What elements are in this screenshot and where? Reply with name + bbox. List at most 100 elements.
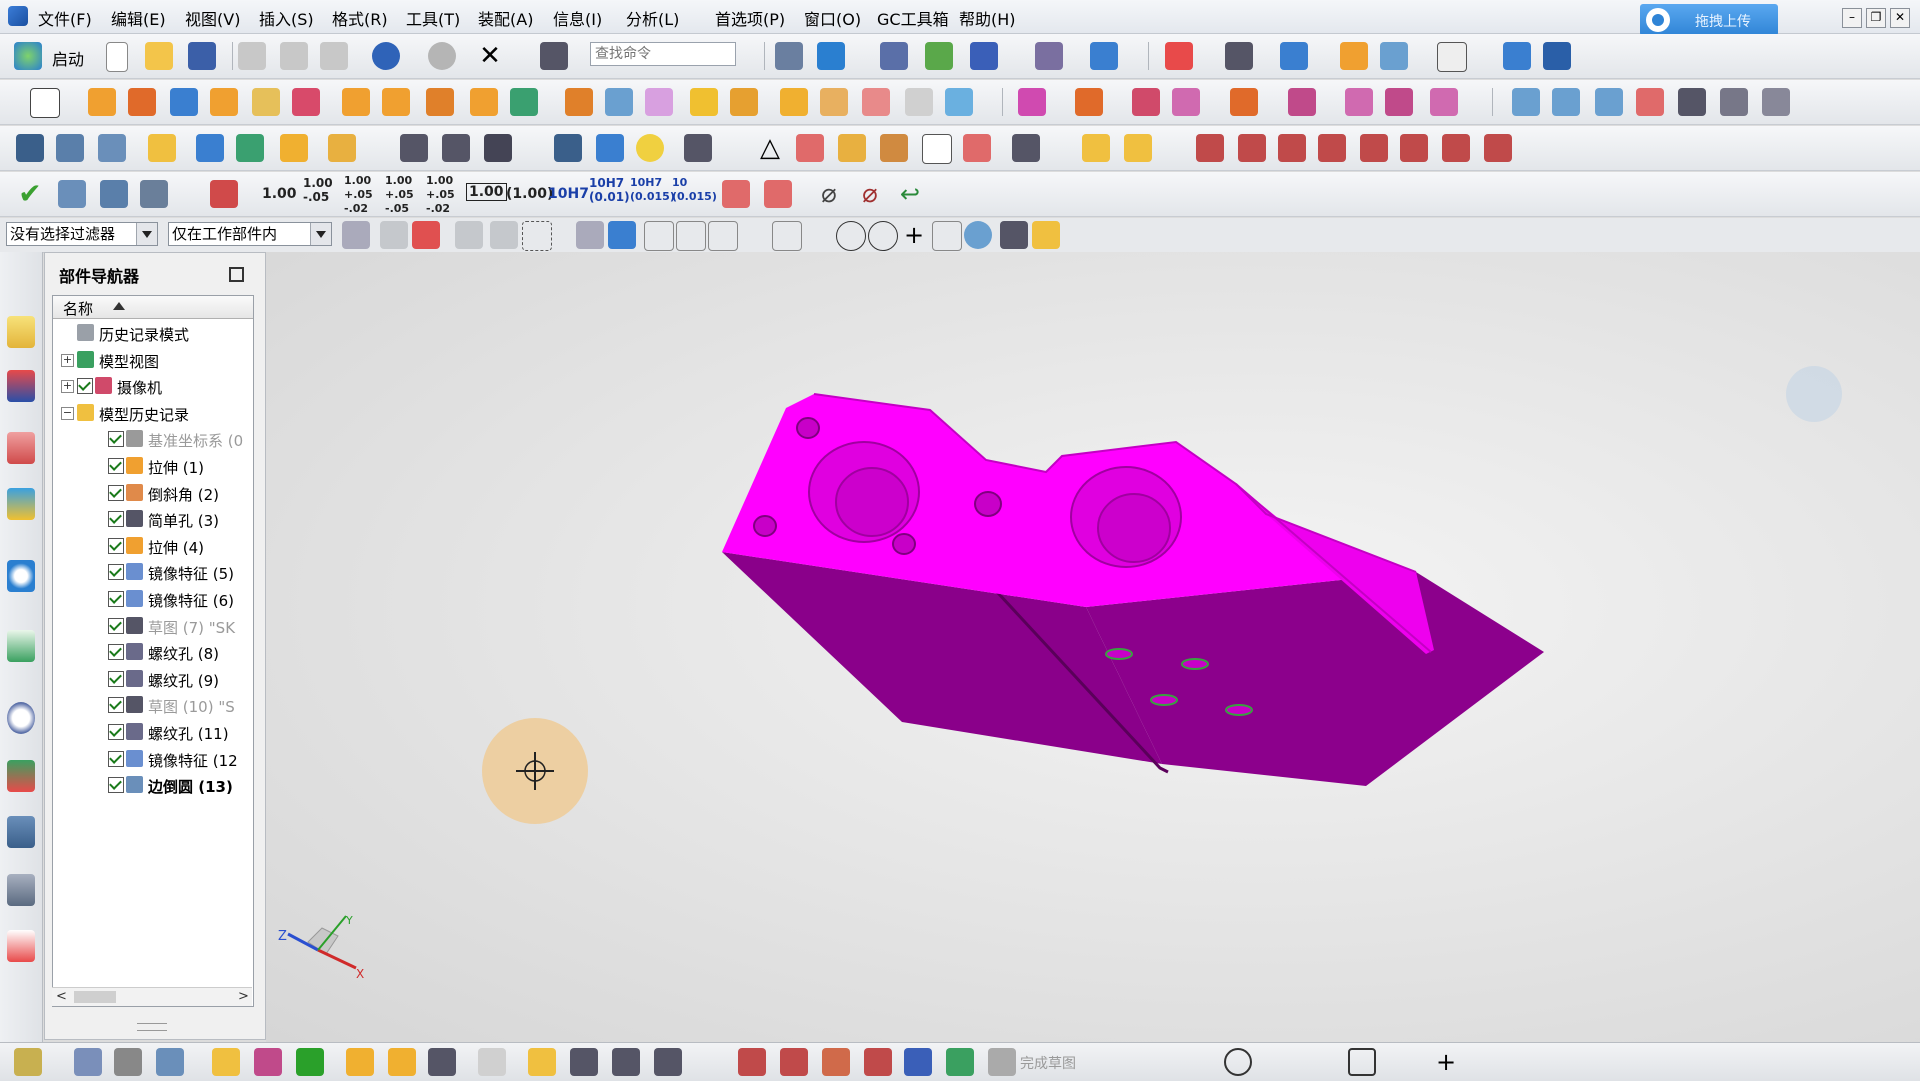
extrude-icon[interactable]	[88, 88, 116, 116]
tree-item[interactable]: + 模型视图	[53, 347, 253, 373]
scroll-right-icon[interactable]: >	[238, 989, 249, 1004]
intersect-curve-icon[interactable]	[1484, 134, 1512, 162]
resize-blend-icon[interactable]	[1230, 88, 1258, 116]
finish-sketch-label[interactable]: 完成草图	[1020, 1053, 1076, 1073]
model-small-hole[interactable]	[796, 417, 820, 439]
cylinder-icon[interactable]	[210, 88, 238, 116]
diameter-icon[interactable]: ⌀	[815, 180, 843, 208]
datum-axis-icon[interactable]	[880, 134, 908, 162]
constraint-icon[interactable]	[254, 1048, 282, 1076]
dim-style-basic[interactable]: 1.00	[466, 183, 507, 201]
feature-checkbox[interactable]	[77, 378, 93, 395]
window-close-button[interactable]: ✕	[1890, 8, 1910, 28]
offset-curve-icon[interactable]	[1400, 134, 1428, 162]
make-corner-icon[interactable]	[1618, 1048, 1646, 1076]
cut-icon[interactable]	[238, 42, 266, 70]
pocket-icon[interactable]	[342, 88, 370, 116]
surface-grid-icon[interactable]	[1512, 88, 1540, 116]
scale-body-icon[interactable]	[820, 88, 848, 116]
tree-item[interactable]: − 模型历史记录	[53, 400, 253, 426]
database-icon[interactable]	[554, 134, 582, 162]
menu-insert[interactable]: 插入(S)	[259, 6, 314, 30]
select-feature-icon[interactable]	[455, 221, 483, 249]
sync-modeling-icon[interactable]	[1018, 88, 1046, 116]
horizontal-scrollbar[interactable]: < >	[52, 987, 252, 1006]
feature-checkbox[interactable]	[108, 591, 124, 607]
feature-checkbox[interactable]	[108, 697, 124, 714]
spline-icon[interactable]	[1318, 134, 1346, 162]
menu-view[interactable]: 视图(V)	[185, 6, 240, 30]
filter-reset-icon[interactable]	[342, 221, 370, 249]
hole-icon[interactable]	[252, 88, 280, 116]
reattach-icon[interactable]	[822, 1048, 850, 1076]
arc-curve-icon[interactable]	[442, 134, 470, 162]
endpoint-snap-icon[interactable]	[644, 221, 674, 251]
midpoint-snap-icon[interactable]	[676, 221, 706, 251]
model-small-hole[interactable]	[753, 515, 777, 537]
swept-icon[interactable]	[1636, 88, 1664, 116]
web-browser-icon[interactable]	[7, 630, 35, 662]
mold-icon[interactable]	[1503, 42, 1531, 70]
offset-sketch-icon[interactable]	[1670, 1048, 1698, 1076]
finish-sketch-icon[interactable]	[988, 1048, 1016, 1076]
selection-filter-combo[interactable]: 没有选择过滤器	[6, 222, 158, 246]
model-threaded-hole[interactable]	[1225, 704, 1253, 716]
system-materials-icon[interactable]	[7, 760, 35, 792]
start-icon[interactable]	[14, 42, 42, 70]
tree-item[interactable]: 基准坐标系 (0	[53, 426, 253, 452]
selection-scope-combo[interactable]: 仅在工作部件内	[168, 222, 332, 246]
tool-icon[interactable]	[1543, 42, 1571, 70]
radial-dimension-icon[interactable]	[764, 180, 792, 208]
expand-icon[interactable]: +	[61, 353, 74, 367]
sketch-orient-icon[interactable]	[864, 1048, 892, 1076]
wcs-icon[interactable]	[817, 42, 845, 70]
render-style-icon[interactable]	[1225, 42, 1253, 70]
revolve-icon[interactable]	[128, 88, 156, 116]
select-face-icon[interactable]	[490, 221, 518, 249]
make-coplanar-icon[interactable]	[1430, 88, 1458, 116]
studio-surface-icon[interactable]	[1720, 88, 1748, 116]
roles-icon[interactable]	[7, 874, 35, 906]
auto-constrain-icon[interactable]	[1818, 1048, 1846, 1076]
through-curves-icon[interactable]	[1552, 88, 1580, 116]
sew-icon[interactable]	[862, 88, 890, 116]
copy-icon[interactable]	[280, 42, 308, 70]
scroll-left-icon[interactable]: <	[56, 989, 67, 1004]
menu-help[interactable]: 帮助(H)	[959, 6, 1016, 30]
frame-icon[interactable]	[922, 134, 952, 164]
window-minimize-button[interactable]: –	[1842, 8, 1862, 28]
sketch-rectangle-icon[interactable]	[1348, 1048, 1376, 1076]
measure-icon[interactable]	[1035, 42, 1063, 70]
ruled-surface-icon[interactable]	[1595, 88, 1623, 116]
table-icon[interactable]	[796, 134, 824, 162]
clearance-icon[interactable]	[428, 1048, 456, 1076]
delete-face-icon[interactable]	[1132, 88, 1160, 116]
menu-window[interactable]: 窗口(O)	[804, 6, 861, 30]
tree-item[interactable]: 螺纹孔 (8)	[53, 639, 253, 665]
sketch-polygon-icon[interactable]	[1474, 1048, 1502, 1076]
tree-item[interactable]: 简单孔 (3)	[53, 506, 253, 532]
profile-icon[interactable]	[1098, 1048, 1126, 1076]
line-curve-icon[interactable]	[400, 134, 428, 162]
model-small-hole[interactable]	[892, 533, 916, 555]
sketch-arc-icon[interactable]	[1182, 1048, 1210, 1076]
column-header-name[interactable]: 名称	[53, 296, 253, 319]
cube-icon[interactable]	[654, 1048, 682, 1076]
weld-symbol-icon[interactable]	[1124, 134, 1152, 162]
tree-item[interactable]: 螺纹孔 (9)	[53, 666, 253, 692]
assembly-navigator-icon[interactable]	[7, 316, 35, 348]
dim-style-fit[interactable]: 10H7	[548, 187, 589, 201]
section-view-icon[interactable]	[1380, 42, 1408, 70]
expression-icon[interactable]	[148, 134, 176, 162]
center-snap-icon[interactable]	[836, 221, 866, 251]
save-icon[interactable]	[188, 42, 216, 70]
model-threaded-hole[interactable]	[1181, 658, 1209, 670]
perpendicular-snap-icon[interactable]	[804, 221, 832, 249]
view-select-icon[interactable]	[576, 221, 604, 249]
layer-icon[interactable]	[775, 42, 803, 70]
quick-extend-icon[interactable]	[1576, 1048, 1604, 1076]
polygon-icon[interactable]	[1360, 134, 1388, 162]
boss-icon[interactable]	[292, 88, 320, 116]
feature-checkbox[interactable]	[108, 750, 124, 767]
dim-style-bilateral[interactable]: 1.00 +.05 -.02	[344, 174, 373, 216]
